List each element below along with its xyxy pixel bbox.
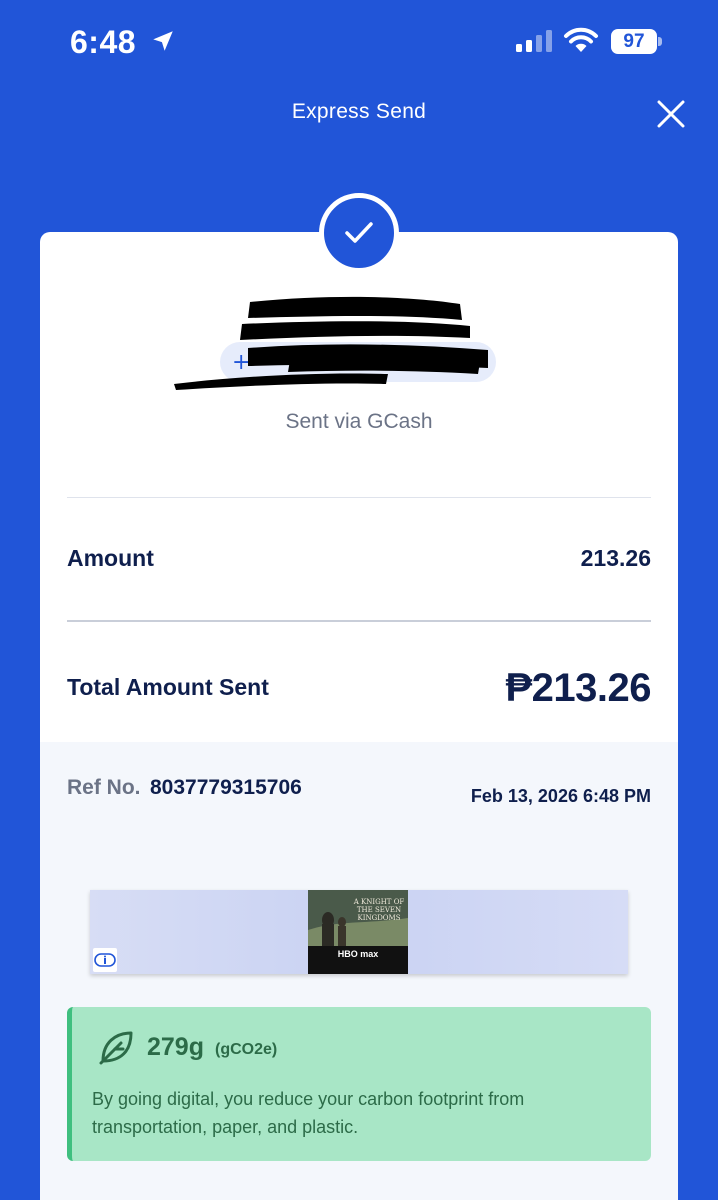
battery-level: 97	[611, 29, 657, 54]
redacted-recipient: +	[174, 296, 496, 390]
svg-text:+: +	[232, 350, 250, 375]
total-label: Total Amount Sent	[67, 674, 269, 700]
ad-poster-image[interactable]: A KNIGHT OF THE SEVEN KINGDOMS HBO max	[308, 890, 408, 974]
transaction-datetime: Feb 13, 2026 6:48 PM	[470, 786, 651, 806]
status-time: 6:48	[70, 24, 137, 60]
success-badge	[319, 193, 399, 273]
carbon-footprint-card: 279g (gCO2e) By going digital, you reduc…	[67, 1007, 651, 1161]
location-arrow-icon	[153, 31, 173, 51]
battery-icon: 97	[611, 29, 662, 54]
sent-via-label: Sent via GCash	[285, 410, 433, 433]
carbon-message: By going digital, you reduce your carbon…	[92, 1089, 525, 1137]
close-icon[interactable]	[655, 98, 687, 130]
receipt-footer: Ref No. 8037779315706 Feb 13, 2026 6:48 …	[40, 742, 678, 1200]
divider	[67, 497, 651, 498]
ad-poster-title: A KNIGHT OF THE SEVEN KINGDOMS	[353, 898, 405, 922]
carbon-saved-value: 279g	[147, 1033, 204, 1061]
carbon-saved-unit: (gCO2e)	[215, 1041, 278, 1058]
total-value: ₱213.26	[505, 666, 651, 710]
receipt-card: + Sent via GCash Amount 213.26 Total Amo…	[40, 232, 678, 1200]
wifi-icon	[564, 27, 598, 52]
ref-number: 8037779315706	[150, 776, 302, 799]
ref-label: Ref No.	[67, 776, 141, 799]
divider	[67, 620, 651, 622]
amount-value: 213.26	[580, 545, 651, 571]
status-bar: 6:48 97	[0, 0, 718, 84]
check-icon	[345, 222, 373, 243]
cellular-signal-icon	[516, 30, 552, 52]
amount-label: Amount	[67, 545, 154, 571]
leaf-icon	[99, 1031, 133, 1065]
ad-banner[interactable]: A KNIGHT OF THE SEVEN KINGDOMS HBO max	[90, 890, 628, 974]
page-title: Express Send	[291, 100, 427, 123]
ad-info-icon[interactable]	[93, 948, 117, 972]
battery-cap	[658, 37, 662, 46]
ad-poster-brand: HBO max	[308, 946, 408, 974]
